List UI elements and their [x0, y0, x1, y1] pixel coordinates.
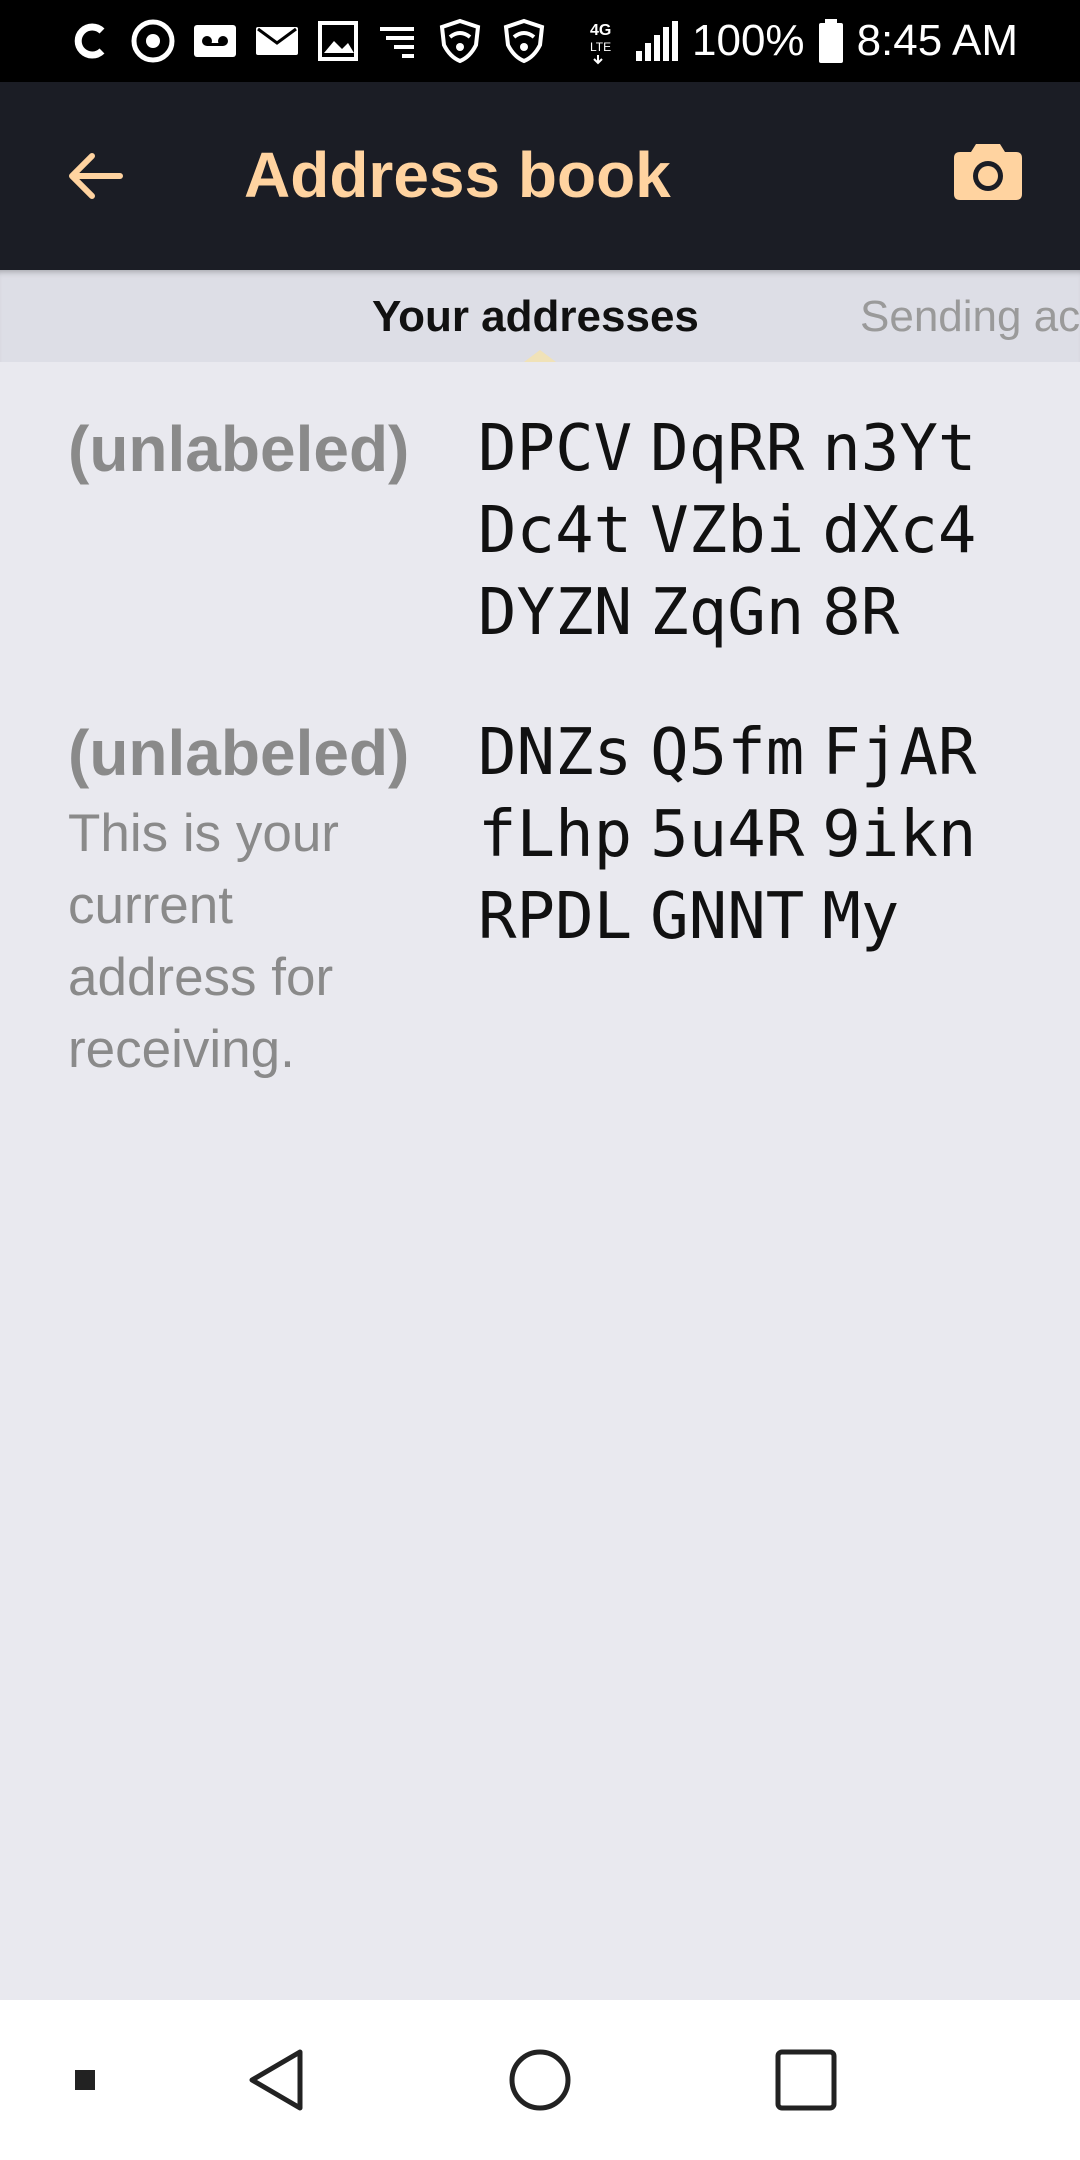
recent-apps-dot-button[interactable]	[60, 2048, 110, 2112]
address-value: DPCV DqRR n3Yt Dc4t VZbi dXc4 DYZN ZqGn …	[478, 408, 1038, 654]
address-value: DNZs Q5fm FjAR fLhp 5u4R 9ikn RPDL GNNT …	[478, 712, 1038, 958]
svg-text:4G: 4G	[590, 22, 611, 39]
address-group: dXc4	[822, 494, 977, 568]
scan-camera-button[interactable]	[948, 130, 1028, 210]
address-group: fLhp	[478, 798, 633, 872]
address-line: DYZN ZqGn 8R	[478, 572, 1038, 654]
overview-nav-button[interactable]	[766, 2040, 846, 2120]
battery-icon	[818, 19, 843, 63]
address-line: RPDL GNNT My	[478, 876, 1038, 958]
address-line: DNZs Q5fm FjAR	[478, 712, 1038, 794]
image-icon	[318, 21, 358, 61]
camera-icon	[954, 144, 1022, 200]
notification-icons	[70, 14, 548, 68]
tab-your-addresses[interactable]: Your addresses	[372, 292, 699, 342]
address-line: DPCV DqRR n3Yt	[478, 408, 1038, 490]
address-group: ZqGn	[650, 576, 805, 650]
address-group: FjAR	[822, 716, 977, 790]
sort-icon	[380, 27, 414, 58]
address-group: DYZN	[478, 576, 633, 650]
shield-wifi-icon	[439, 18, 481, 64]
address-group: Dc4t	[478, 494, 633, 568]
address-group: Q5fm	[650, 716, 805, 790]
system-nav-bar	[0, 2000, 1080, 2160]
chrome-icon	[131, 19, 175, 63]
tab-sending-addresses[interactable]: Sending ac	[860, 292, 1080, 342]
lte-icon: 4GLTE	[590, 22, 611, 65]
back-button[interactable]	[56, 136, 136, 216]
back-triangle-icon	[249, 2049, 303, 2111]
address-line: Dc4t VZbi dXc4	[478, 490, 1038, 572]
current-address-note: This is your current address for receivi…	[68, 804, 339, 1079]
c-app-icon	[74, 23, 105, 59]
address-group: 8R	[822, 576, 900, 650]
address-group: 9ikn	[822, 798, 977, 872]
address-label: (unlabeled)	[68, 717, 410, 789]
page-title: Address book	[244, 139, 671, 211]
active-tab-indicator	[524, 350, 556, 362]
signal-icon	[636, 21, 679, 61]
address-group: DPCV	[478, 412, 633, 486]
battery-percentage: 100%	[692, 16, 805, 65]
email-icon	[256, 27, 298, 55]
address-label: (unlabeled)	[68, 413, 410, 485]
app-bar: Address book	[0, 82, 1080, 270]
voicemail-icon	[194, 25, 236, 57]
status-bar: 4G LTE 100% 8:45 AM	[0, 0, 1080, 82]
tab-bar: Your addresses Sending ac	[0, 270, 1080, 362]
home-nav-button[interactable]	[500, 2040, 580, 2120]
address-group: My	[822, 880, 900, 954]
address-group: DqRR	[650, 412, 805, 486]
address-group: n3Yt	[822, 412, 977, 486]
address-line: fLhp 5u4R 9ikn	[478, 794, 1038, 876]
address-group: VZbi	[650, 494, 805, 568]
svg-text:LTE: LTE	[590, 40, 611, 54]
arrow-left-icon	[69, 153, 123, 199]
address-group: GNNT	[650, 880, 805, 954]
back-nav-button[interactable]	[236, 2040, 316, 2120]
recent-dot-icon	[75, 2070, 95, 2090]
home-circle-icon	[509, 2049, 571, 2111]
address-group: RPDL	[478, 880, 633, 954]
clock: 8:45 AM	[856, 16, 1018, 65]
address-group: 5u4R	[650, 798, 805, 872]
status-right: 4G LTE 100% 8:45 AM	[588, 14, 1018, 68]
address-group: DNZs	[478, 716, 633, 790]
shield-wifi-icon	[503, 18, 545, 64]
overview-square-icon	[775, 2049, 837, 2111]
